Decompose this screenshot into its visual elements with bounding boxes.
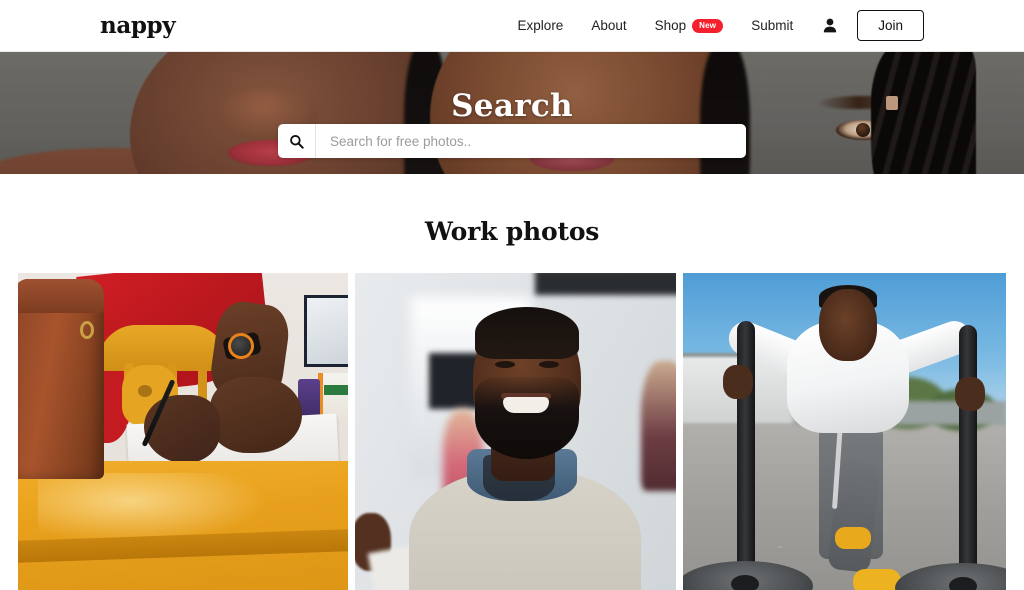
photo3-plate-hole-left	[731, 575, 760, 590]
nav-label-shop: Shop	[654, 18, 687, 33]
nav-item-about[interactable]: About	[577, 18, 640, 33]
photo1-chair-back	[98, 325, 228, 371]
new-badge: New	[692, 18, 724, 33]
photo3-shoe-front	[835, 527, 872, 549]
search-bar	[278, 124, 746, 158]
photo-card-smiling-man[interactable]	[354, 273, 677, 590]
photo2-background-person-right	[640, 361, 677, 491]
nav-label-about: About	[591, 18, 627, 33]
photo1-left-hand	[144, 395, 220, 463]
photo3-right-hand	[955, 377, 986, 411]
join-button[interactable]: Join	[857, 10, 924, 41]
photo1-chair-cutout	[138, 385, 152, 397]
photo2-left-eye	[494, 361, 515, 368]
nav-label-explore: Explore	[517, 18, 564, 33]
photo1-bag-lid	[18, 279, 104, 313]
nav-item-submit[interactable]: Submit	[737, 18, 807, 33]
hero-banner: Search	[0, 52, 1024, 174]
photo3-shoe-rear	[853, 569, 902, 590]
photo1-monitor	[304, 295, 348, 367]
photo-card-sled-push[interactable]	[683, 273, 1006, 590]
site-logo[interactable]: nappy	[100, 14, 176, 37]
photo3-face	[819, 289, 878, 361]
photo1-box-label	[324, 385, 348, 395]
hero-title: Search	[451, 88, 573, 124]
nav-item-shop[interactable]: Shop New	[641, 18, 738, 33]
photo3-left-hand	[723, 365, 754, 399]
photo1-right-hand	[210, 377, 302, 453]
photo2-beard	[474, 377, 579, 459]
photo2-hair	[474, 307, 579, 359]
user-icon	[824, 18, 837, 33]
photo2-ceiling-beam	[534, 273, 677, 295]
account-button[interactable]	[807, 18, 851, 33]
photo3-plate-hole-right	[949, 577, 978, 590]
nav-item-explore[interactable]: Explore	[504, 18, 578, 33]
photo3-sled-pole-right	[959, 325, 978, 575]
nav-label-submit: Submit	[751, 18, 794, 33]
photo3-sled-pole-left	[737, 321, 756, 571]
search-submit-button[interactable]	[278, 124, 316, 158]
primary-nav: Explore About Shop New Submit Join	[504, 10, 924, 41]
photo2-right-eye	[538, 361, 559, 368]
photo-grid	[0, 273, 1024, 590]
photo-card-desk-writing[interactable]	[18, 273, 348, 590]
photo1-bag-ring	[80, 321, 94, 339]
photo2-smile	[502, 397, 549, 413]
site-header: nappy Explore About Shop New Submit Join	[0, 0, 1024, 52]
search-input[interactable]	[316, 124, 746, 158]
search-icon	[290, 134, 304, 149]
section-heading: Work photos	[424, 217, 600, 246]
